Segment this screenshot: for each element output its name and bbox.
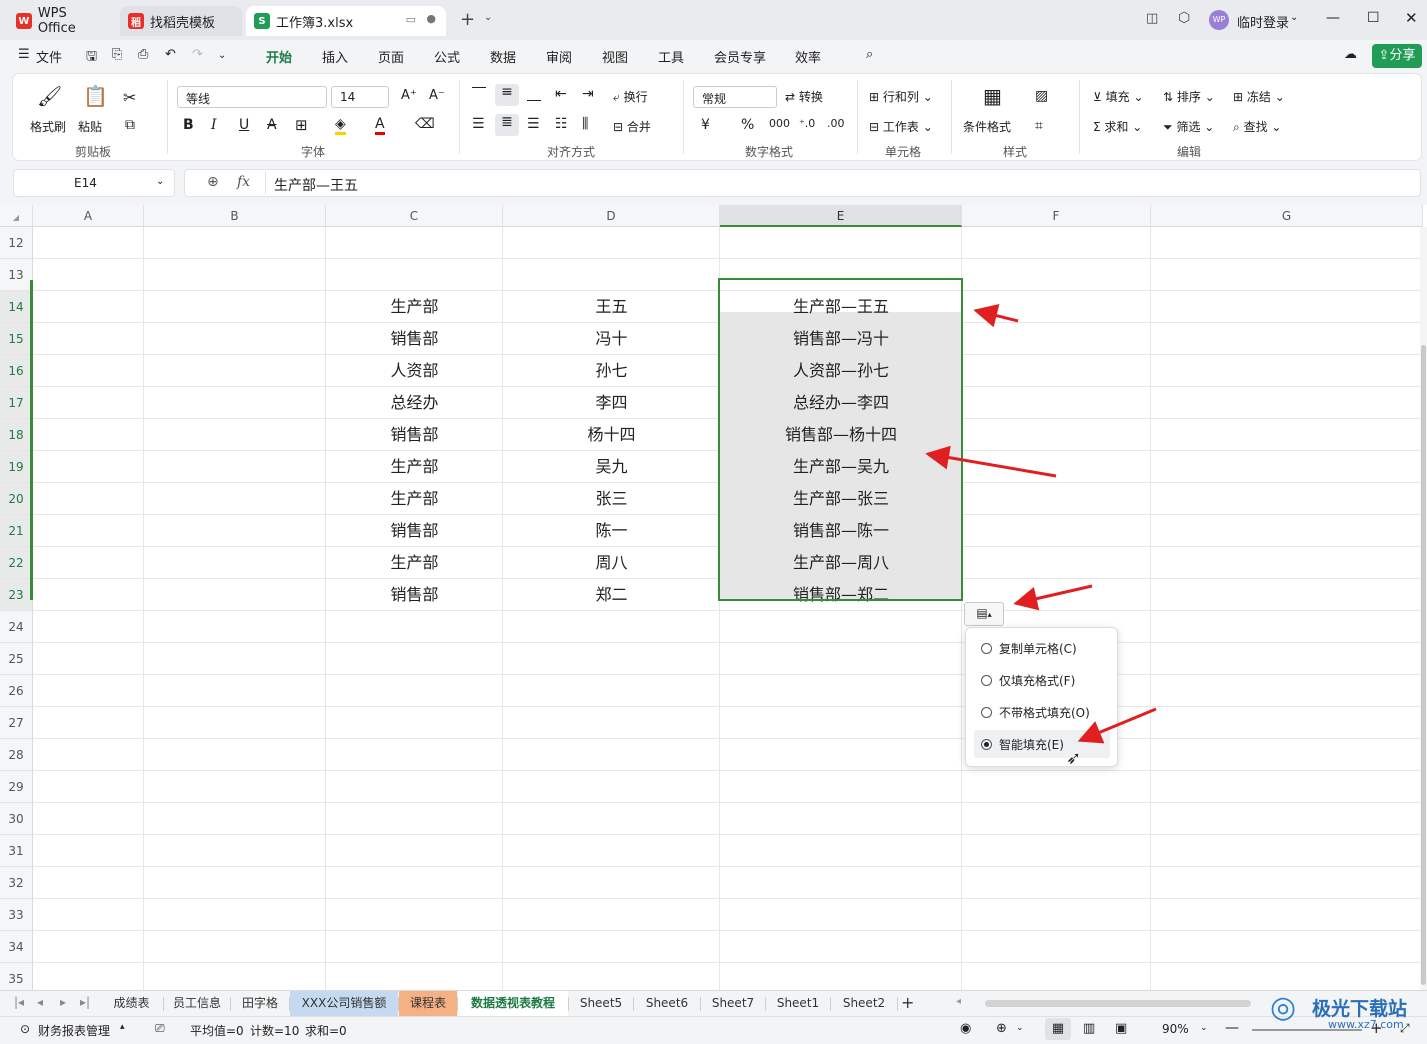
sheet-tab[interactable]: 数据透视表教程 [458, 991, 568, 1016]
sheet-tab[interactable]: 员工信息 [164, 991, 230, 1016]
eye-icon[interactable]: ◉ [960, 1021, 971, 1036]
sheet-tab[interactable]: 课程表 [399, 991, 457, 1016]
next-sheet-icon[interactable]: ▸ [60, 995, 66, 1009]
crosshair-icon[interactable]: ⊕ [996, 1021, 1007, 1036]
chevron-up-icon[interactable]: ▴ [120, 1022, 125, 1032]
first-sheet-icon[interactable]: |◂ [14, 995, 24, 1009]
sheet-tab[interactable]: Sheet1 [766, 991, 830, 1016]
sheet-tab[interactable]: Sheet7 [701, 991, 765, 1016]
zoom-level[interactable]: 90% [1162, 1022, 1189, 1036]
arrow-to-smart-fill [1077, 707, 1157, 744]
watermark-swirl-icon: ◎ [1270, 990, 1297, 1025]
sheet-tab[interactable]: Sheet2 [831, 991, 897, 1016]
sheet-tab[interactable]: 成绩表 [100, 991, 163, 1016]
prev-sheet-icon[interactable]: ◂ [37, 995, 43, 1009]
page-break-icon[interactable]: ▣ [1115, 1021, 1127, 1036]
status-bar: ⊙ 财务报表管理 ▴ ⎚ 平均值=0 计数=10 求和=0 ◉ ⊕ ⌄ ▦ ▥ … [0, 1016, 1427, 1044]
sheet-tab[interactable]: Sheet6 [634, 991, 700, 1016]
last-sheet-icon[interactable]: ▸| [80, 995, 90, 1009]
chevron-down-icon[interactable]: ⌄ [1016, 1023, 1024, 1033]
scroll-left-icon[interactable]: ◂ [956, 996, 961, 1007]
add-sheet-icon[interactable]: + [901, 993, 914, 1012]
zoom-out-icon[interactable]: — [1225, 1020, 1239, 1036]
sheet-tab[interactable]: XXX公司销售额 [290, 991, 398, 1016]
tab-separator [897, 997, 898, 1011]
arrow-to-e14 [973, 303, 1019, 328]
watermark-url: www.xz7.com [1328, 1018, 1404, 1031]
sheet-tab-bar: |◂ ◂ ▸ ▸| 成绩表 员工信息 田字格 XXX公司销售额 课程表 数据透视表教程 Sh… [0, 990, 1427, 1017]
arrow-to-filled-cells [925, 445, 1057, 478]
watermark-text: 极光下载站 [1312, 998, 1408, 1020]
watermark-logo: ◎ 极光下载站 www.xz7.com [1268, 990, 1418, 1040]
sheet-tab[interactable]: Sheet5 [569, 991, 633, 1016]
horizontal-scroll-thumb[interactable] [985, 1000, 1251, 1007]
status-sum: 求和=0 [305, 1024, 347, 1038]
page-layout-icon[interactable]: ▥ [1083, 1021, 1095, 1036]
status-average: 平均值=0 [190, 1024, 244, 1038]
chevron-down-icon[interactable]: ⌄ [1200, 1023, 1208, 1033]
macro-icon[interactable]: ⊙ [20, 1022, 30, 1036]
sheet-tab[interactable]: 田字格 [231, 991, 289, 1016]
macro-label[interactable]: 财务报表管理 [38, 1022, 110, 1039]
arrow-to-autofill-button [1013, 584, 1093, 611]
normal-view-icon[interactable]: ▦ [1045, 1018, 1071, 1040]
annotation-arrows [925, 303, 1157, 744]
status-count: 计数=10 [250, 1024, 300, 1038]
cell-mode-icon[interactable]: ⎚ [155, 1021, 165, 1036]
